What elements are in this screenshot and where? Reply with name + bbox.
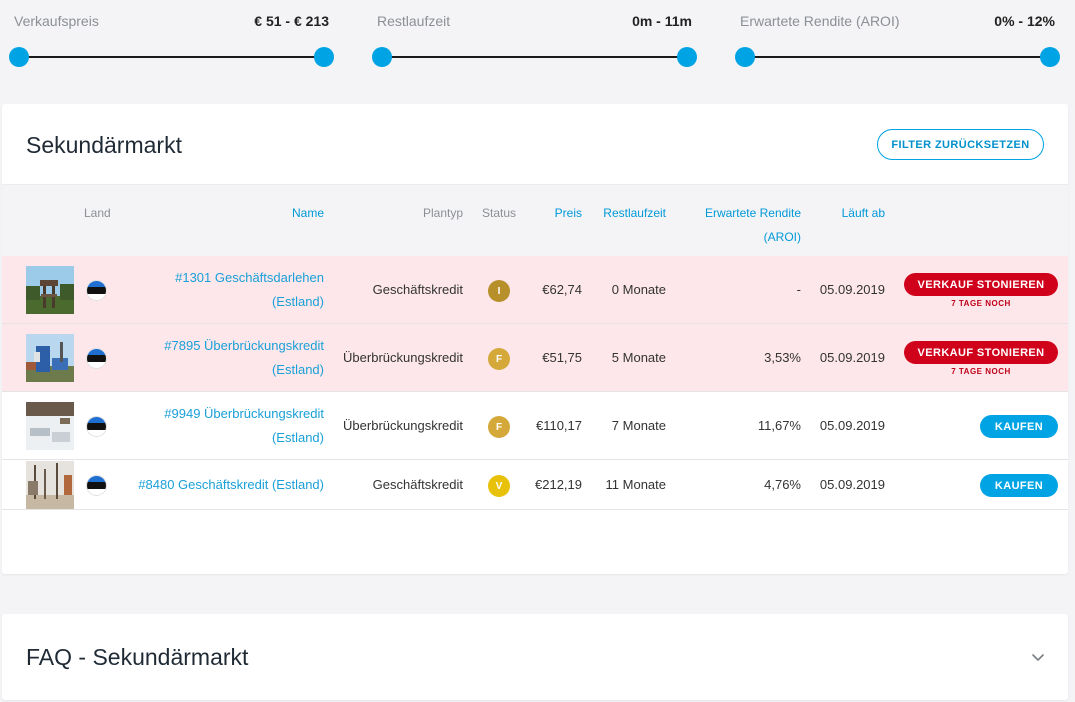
status-badge-icon: F <box>488 348 510 370</box>
loan-name-link[interactable]: #8480 Geschäftskredit (Estland) <box>64 473 324 497</box>
loan-name: #9949 Überbrückungskredit <box>164 406 324 421</box>
remaining-term: 7 Monate <box>611 418 666 433</box>
slider-max-handle[interactable] <box>1040 47 1060 67</box>
filter-verkaufspreis: Verkaufspreis € 51 - € 213 <box>9 0 334 90</box>
status-badge-icon: V <box>488 475 510 497</box>
loan-country: (Estland) <box>271 362 324 377</box>
chevron-down-icon[interactable] <box>1030 649 1046 665</box>
buy-button[interactable]: KAUFEN <box>980 415 1058 438</box>
price: €51,75 <box>542 350 582 365</box>
range-filters: Verkaufspreis € 51 - € 213 Restlaufzeit … <box>0 0 1075 90</box>
expected-return: 4,76% <box>764 477 801 492</box>
loan-name-link[interactable]: #9949 Überbrückungskredit (Estland) <box>124 402 324 450</box>
estonia-flag-icon <box>86 280 107 301</box>
loan-country: (Estland) <box>271 294 324 309</box>
slider-min-handle[interactable] <box>372 47 392 67</box>
loan-thumbnail <box>26 266 74 314</box>
remaining-term: 11 Monate <box>605 477 666 492</box>
remaining-term: 5 Monate <box>611 350 666 365</box>
loan-name: #7895 Überbrückungskredit <box>164 338 324 353</box>
days-remaining: 7 TAGE NOCH <box>951 299 1011 308</box>
secondary-market-card: Sekundärmarkt FILTER ZURÜCKSETZEN Land N… <box>2 104 1068 574</box>
faq-title: FAQ - Sekundärmarkt <box>26 644 249 670</box>
slider-max-handle[interactable] <box>314 47 334 67</box>
price: €212,19 <box>535 477 582 492</box>
slider-track[interactable] <box>744 56 1051 58</box>
column-name[interactable]: Name <box>292 201 324 225</box>
loan-name: #1301 Geschäftsdarlehen <box>175 270 324 285</box>
expected-return: - <box>796 282 801 297</box>
column-land[interactable]: Land <box>84 201 111 225</box>
cancel-sale-button[interactable]: VERKAUF STONIEREN <box>904 273 1058 296</box>
expected-return: 3,53% <box>764 350 801 365</box>
plantyp: Überbrückungskredit <box>343 350 463 365</box>
filter-restlaufzeit: Restlaufzeit 0m - 11m <box>372 0 697 90</box>
buy-button[interactable]: KAUFEN <box>980 474 1058 497</box>
estonia-flag-icon <box>86 348 107 369</box>
plantyp: Geschäftskredit <box>372 282 463 297</box>
cancel-sale-button[interactable]: VERKAUF STONIEREN <box>904 341 1058 364</box>
filter-label: Verkaufspreis <box>14 13 99 29</box>
column-rendite-sublabel: (AROI) <box>763 230 801 244</box>
days-remaining: 7 TAGE NOCH <box>951 367 1011 376</box>
column-plantyp[interactable]: Plantyp <box>423 201 463 225</box>
column-preis[interactable]: Preis <box>555 201 582 225</box>
slider-min-handle[interactable] <box>9 47 29 67</box>
expiry-date: 05.09.2019 <box>819 418 885 433</box>
loan-name: #8480 Geschäftskredit (Estland) <box>138 477 324 492</box>
loan-thumbnail <box>26 334 74 382</box>
filter-label: Erwartete Rendite (AROI) <box>740 13 900 29</box>
table-header: Land Name Plantyp Status Preis Restlaufz… <box>2 184 1068 256</box>
column-laeuft-ab[interactable]: Läuft ab <box>842 201 885 225</box>
price: €62,74 <box>542 282 582 297</box>
filter-label: Restlaufzeit <box>377 13 451 29</box>
loan-name-link[interactable]: #1301 Geschäftsdarlehen (Estland) <box>124 266 324 314</box>
plantyp: Überbrückungskredit <box>343 418 463 433</box>
price: €110,17 <box>535 418 582 433</box>
filter-value: € 51 - € 213 <box>254 13 329 29</box>
column-status[interactable]: Status <box>482 201 516 225</box>
reset-filter-button[interactable]: FILTER ZURÜCKSETZEN <box>877 129 1044 160</box>
slider-track[interactable] <box>381 56 688 58</box>
table-row: #7895 Überbrückungskredit (Estland) Über… <box>2 324 1068 392</box>
status-badge-icon: I <box>488 280 510 302</box>
slider-track[interactable] <box>18 56 325 58</box>
table-row: #9949 Überbrückungskredit (Estland) Über… <box>2 392 1068 460</box>
status-badge-icon: F <box>488 416 510 438</box>
table-row: #1301 Geschäftsdarlehen (Estland) Geschä… <box>2 256 1068 324</box>
table-row: #8480 Geschäftskredit (Estland) Geschäft… <box>2 460 1068 510</box>
filter-value: 0m - 11m <box>632 13 692 29</box>
column-restlaufzeit[interactable]: Restlaufzeit <box>603 201 666 225</box>
loan-country: (Estland) <box>271 430 324 445</box>
plantyp: Geschäftskredit <box>372 477 463 492</box>
expiry-date: 05.09.2019 <box>819 350 885 365</box>
slider-max-handle[interactable] <box>677 47 697 67</box>
faq-card[interactable]: FAQ - Sekundärmarkt <box>2 614 1068 700</box>
page-title: Sekundärmarkt <box>26 132 182 158</box>
loan-name-link[interactable]: #7895 Überbrückungskredit (Estland) <box>124 334 324 382</box>
expiry-date: 05.09.2019 <box>819 282 885 297</box>
remaining-term: 0 Monate <box>611 282 666 297</box>
loan-thumbnail <box>26 402 74 450</box>
expiry-date: 05.09.2019 <box>819 477 885 492</box>
expected-return: 11,67% <box>757 418 801 433</box>
estonia-flag-icon <box>86 416 107 437</box>
filter-rendite: Erwartete Rendite (AROI) 0% - 12% <box>735 0 1060 90</box>
slider-min-handle[interactable] <box>735 47 755 67</box>
column-rendite-label: Erwartete Rendite <box>704 206 801 220</box>
filter-value: 0% - 12% <box>994 13 1055 29</box>
column-rendite[interactable]: Erwartete Rendite (AROI) <box>705 201 801 249</box>
